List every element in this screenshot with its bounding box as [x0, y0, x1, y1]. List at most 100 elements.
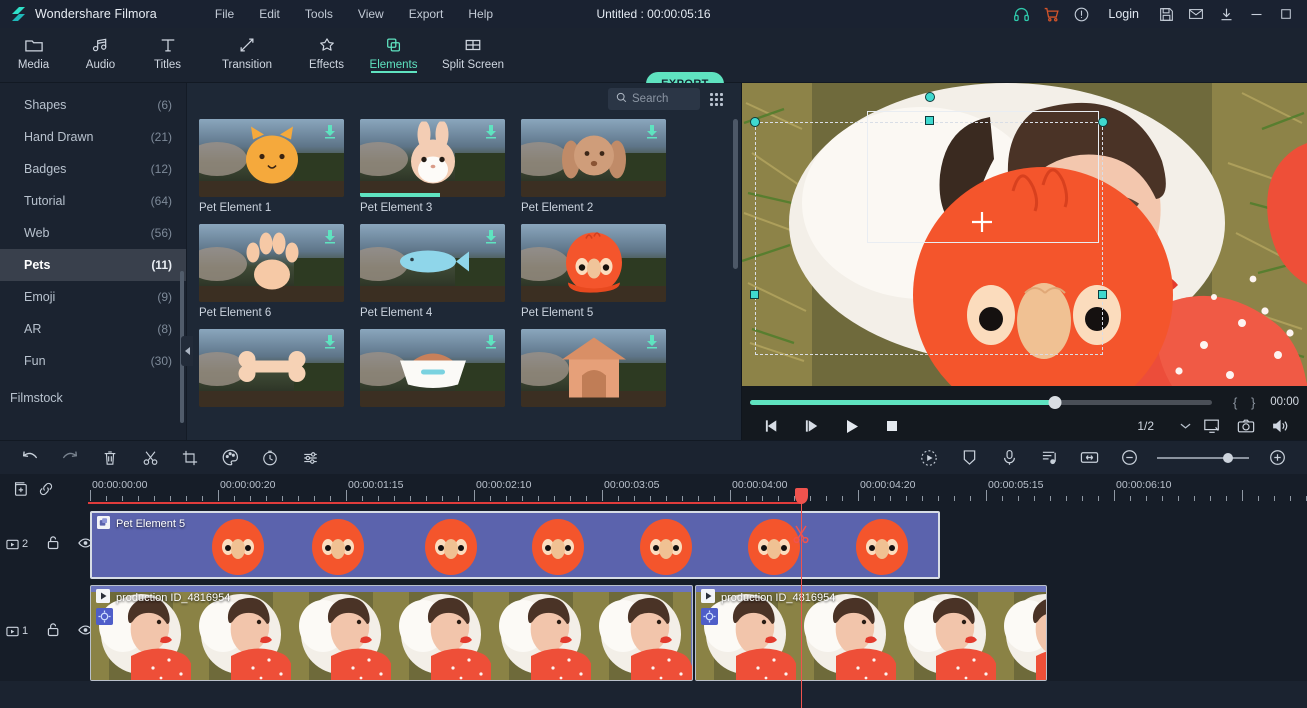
rotate-handle-top[interactable]	[925, 92, 935, 102]
collapse-panel-button[interactable]	[181, 336, 193, 366]
grid-scrollbar[interactable]	[733, 119, 738, 269]
element-card-pet-element-3[interactable]: Pet Element 3	[360, 119, 505, 214]
element-card-pet-element-4[interactable]: Pet Element 4	[360, 224, 505, 319]
snapshot-screen-icon[interactable]	[1195, 418, 1229, 434]
menu-edit[interactable]: Edit	[247, 3, 292, 25]
element-card-bone[interactable]	[199, 329, 344, 412]
tab-elements[interactable]: Elements	[360, 28, 427, 71]
split-marker-icon[interactable]	[792, 524, 810, 547]
add-layer-icon[interactable]	[12, 481, 28, 500]
transform-badge-icon[interactable]	[96, 608, 113, 628]
play-button[interactable]	[832, 419, 872, 434]
element-card-pet-element-6[interactable]: Pet Element 6	[199, 224, 344, 319]
download-icon[interactable]	[484, 334, 498, 353]
menu-view[interactable]: View	[346, 3, 396, 25]
tab-audio[interactable]: Audio	[67, 28, 134, 71]
mark-out-button[interactable]: }	[1244, 395, 1262, 410]
clip-pet-element-5[interactable]: Pet Element 5	[90, 511, 940, 579]
element-thumbnail[interactable]	[521, 329, 666, 407]
download-icon[interactable]	[484, 229, 498, 248]
element-card-pet-element-5[interactable]: Pet Element 5	[521, 224, 666, 319]
grid-view-icon[interactable]	[710, 92, 723, 106]
transform-badge-icon[interactable]	[701, 608, 718, 628]
preview-stage[interactable]	[742, 83, 1307, 386]
motion-tracking-button[interactable]	[909, 441, 949, 475]
stop-button[interactable]	[872, 419, 912, 433]
element-card-bowl[interactable]	[360, 329, 505, 412]
filmstock-link[interactable]: Filmstock	[0, 377, 186, 405]
info-icon[interactable]	[1066, 0, 1096, 28]
download-icon[interactable]	[323, 229, 337, 248]
download-icon[interactable]	[323, 124, 337, 143]
unlock-icon[interactable]	[46, 622, 60, 640]
download-icon[interactable]	[1211, 0, 1241, 28]
playback-quality-dropdown[interactable]: 1/2	[1137, 419, 1195, 433]
volume-icon[interactable]	[1263, 418, 1297, 434]
handle-bottom-left[interactable]	[750, 290, 759, 299]
element-thumbnail[interactable]	[521, 224, 666, 302]
category-emoji[interactable]: Emoji (9)	[0, 281, 186, 313]
download-icon[interactable]	[645, 124, 659, 143]
track-2-body[interactable]: Pet Element 5	[88, 507, 1307, 581]
login-button[interactable]: Login	[1096, 7, 1151, 21]
playhead[interactable]	[795, 488, 808, 708]
tab-effects[interactable]: Effects	[293, 28, 360, 71]
element-thumbnail[interactable]	[521, 119, 666, 197]
category-web[interactable]: Web (56)	[0, 217, 186, 249]
element-card-pet-element-1[interactable]: Pet Element 1	[199, 119, 344, 214]
save-icon[interactable]	[1151, 0, 1181, 28]
menu-tools[interactable]: Tools	[293, 3, 345, 25]
element-thumbnail[interactable]	[199, 119, 344, 197]
element-thumbnail[interactable]	[199, 329, 344, 407]
zoom-out-button[interactable]	[1109, 441, 1149, 475]
element-card-house[interactable]	[521, 329, 666, 412]
element-thumbnail[interactable]	[360, 329, 505, 407]
element-thumbnail[interactable]	[360, 224, 505, 302]
category-ar[interactable]: AR (8)	[0, 313, 186, 345]
download-icon[interactable]	[484, 124, 498, 143]
clip-production-b[interactable]: production ID_4816954	[695, 585, 1047, 681]
adjust-button[interactable]	[290, 441, 330, 475]
maximize-icon[interactable]	[1271, 0, 1301, 28]
timeline-zoom-slider[interactable]	[1157, 452, 1249, 463]
color-button[interactable]	[210, 441, 250, 475]
category-badges[interactable]: Badges (12)	[0, 153, 186, 185]
playhead-handle[interactable]	[795, 488, 808, 504]
next-frame-button[interactable]	[792, 419, 832, 433]
delete-button[interactable]	[90, 441, 130, 475]
search-input[interactable]	[632, 93, 692, 105]
element-thumbnail[interactable]	[360, 119, 505, 197]
undo-button[interactable]	[10, 441, 50, 475]
camera-icon[interactable]	[1229, 418, 1263, 434]
menu-export[interactable]: Export	[397, 3, 456, 25]
element-card-pet-element-2[interactable]: Pet Element 2	[521, 119, 666, 214]
link-icon[interactable]	[38, 481, 54, 500]
category-pets[interactable]: Pets (11)	[0, 249, 186, 281]
menu-help[interactable]: Help	[456, 3, 505, 25]
time-ruler[interactable]: 00:00:00:00 00:00:00:20 00:00:01:15 00:00:0…	[88, 474, 1307, 507]
mail-icon[interactable]	[1181, 0, 1211, 28]
audio-mixer-button[interactable]	[1029, 441, 1069, 475]
unlock-icon[interactable]	[46, 535, 60, 553]
track-1-body[interactable]: production ID_4816954 production ID_4816…	[88, 581, 1307, 681]
category-tutorial[interactable]: Tutorial (64)	[0, 185, 186, 217]
seek-knob[interactable]	[1048, 395, 1062, 409]
menu-file[interactable]: File	[203, 3, 246, 25]
headset-icon[interactable]	[1006, 0, 1036, 28]
category-fun[interactable]: Fun (30)	[0, 345, 186, 377]
redo-button[interactable]	[50, 441, 90, 475]
zoom-in-button[interactable]	[1257, 441, 1297, 475]
tab-media[interactable]: Media	[0, 28, 67, 71]
category-shapes[interactable]: Shapes (6)	[0, 89, 186, 121]
tab-titles[interactable]: Titles	[134, 28, 201, 71]
element-thumbnail[interactable]	[199, 224, 344, 302]
download-icon[interactable]	[323, 334, 337, 353]
crop-button[interactable]	[170, 441, 210, 475]
record-voiceover-button[interactable]	[989, 441, 1029, 475]
cart-icon[interactable]	[1036, 0, 1066, 28]
prev-frame-button[interactable]	[752, 419, 792, 433]
tab-split-screen[interactable]: Split Screen	[427, 28, 519, 71]
minimize-icon[interactable]	[1241, 0, 1271, 28]
preview-seek-bar[interactable]	[750, 395, 1213, 409]
handle-bottom-right[interactable]	[1098, 290, 1107, 299]
